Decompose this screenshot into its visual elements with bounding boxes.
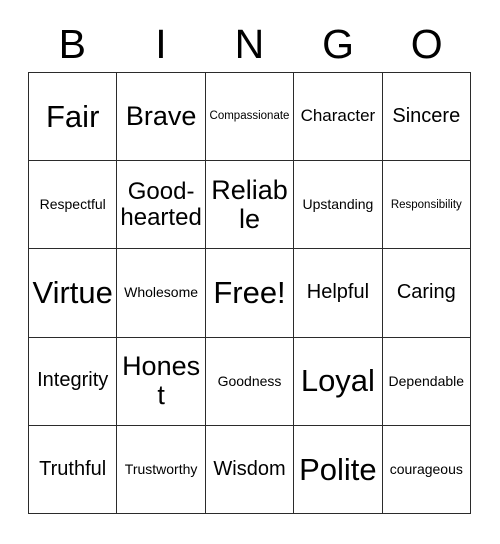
bingo-cell-label: Sincere xyxy=(392,104,461,127)
bingo-cell-label: Helpful xyxy=(306,281,370,304)
bingo-cell-label: Truthful xyxy=(39,457,107,480)
bingo-cell-i4[interactable]: Honest xyxy=(117,337,206,426)
bingo-cell-label: Loyal xyxy=(300,363,375,399)
bingo-cell-free-space[interactable]: Free! xyxy=(205,249,295,338)
bingo-cell-label: Virtue xyxy=(32,275,113,311)
bingo-cell-label: Caring xyxy=(396,281,456,304)
bingo-header-letter-n: N xyxy=(234,20,265,67)
bingo-card: B I N G O Fair Brave Compassionate Chara… xyxy=(0,0,500,544)
bingo-cell-label: Character xyxy=(300,106,376,126)
bingo-cell-label: Wisdom xyxy=(213,457,286,480)
bingo-cell-g1[interactable]: Character xyxy=(294,73,383,162)
bingo-cell-i1[interactable]: Brave xyxy=(117,73,206,162)
bingo-cell-label: Brave xyxy=(125,101,197,132)
bingo-cell-b5[interactable]: Truthful xyxy=(29,425,118,514)
bingo-cell-label: Honest xyxy=(122,351,201,411)
bingo-free-space-label: Free! xyxy=(213,275,286,311)
bingo-cell-label: Responsibility xyxy=(390,198,462,211)
bingo-cell-label: Respectful xyxy=(39,196,106,213)
bingo-cell-label: Good-hearted xyxy=(120,177,202,231)
bingo-cell-label: Polite xyxy=(299,451,377,487)
bingo-cell-o2[interactable]: Responsibility xyxy=(382,161,471,250)
bingo-cell-label: Goodness xyxy=(217,372,282,389)
bingo-cell-label: courageous xyxy=(389,460,463,477)
bingo-cell-label: Integrity xyxy=(37,369,109,392)
bingo-cell-n2[interactable]: Reliable xyxy=(205,161,295,250)
bingo-cell-b2[interactable]: Respectful xyxy=(29,161,118,250)
bingo-header-letter-g: G xyxy=(322,20,355,67)
bingo-grid: Fair Brave Compassionate Character Since… xyxy=(28,72,471,514)
bingo-cell-g3[interactable]: Helpful xyxy=(294,249,383,338)
bingo-cell-n5[interactable]: Wisdom xyxy=(205,425,295,514)
bingo-cell-o4[interactable]: Dependable xyxy=(382,337,471,426)
bingo-cell-label: Fair xyxy=(46,98,100,134)
bingo-cell-n1[interactable]: Compassionate xyxy=(205,73,295,162)
bingo-cell-label: Upstanding xyxy=(302,196,374,213)
bingo-cell-o3[interactable]: Caring xyxy=(382,249,471,338)
bingo-header-row: B I N G O xyxy=(28,16,471,72)
bingo-cell-b1[interactable]: Fair xyxy=(29,73,118,162)
bingo-cell-o1[interactable]: Sincere xyxy=(382,73,471,162)
bingo-header-letter-b: B xyxy=(58,20,86,67)
bingo-cell-label: Dependable xyxy=(388,372,465,389)
bingo-cell-g4[interactable]: Loyal xyxy=(294,337,383,426)
bingo-cell-o5[interactable]: courageous xyxy=(382,425,471,514)
bingo-cell-i3[interactable]: Wholesome xyxy=(117,249,206,338)
bingo-header-letter-i: I xyxy=(155,20,167,67)
bingo-cell-label: Reliable xyxy=(211,174,288,234)
bingo-cell-label: Trustworthy xyxy=(124,460,198,477)
bingo-cell-i2[interactable]: Good-hearted xyxy=(117,161,206,250)
bingo-header-letter-o: O xyxy=(410,20,443,67)
bingo-cell-g2[interactable]: Upstanding xyxy=(294,161,383,250)
bingo-cell-n4[interactable]: Goodness xyxy=(205,337,295,426)
bingo-cell-b3[interactable]: Virtue xyxy=(29,249,118,338)
bingo-cell-label: Wholesome xyxy=(124,284,199,301)
bingo-cell-i5[interactable]: Trustworthy xyxy=(117,425,206,514)
bingo-cell-label: Compassionate xyxy=(209,110,290,123)
bingo-cell-g5[interactable]: Polite xyxy=(294,425,383,514)
bingo-cell-b4[interactable]: Integrity xyxy=(29,337,118,426)
